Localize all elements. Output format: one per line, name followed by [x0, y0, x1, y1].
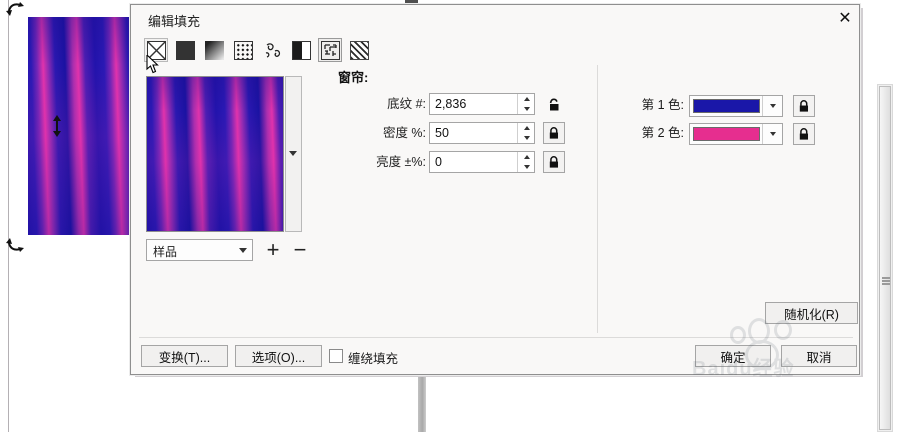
background-scrollbar-fragment: [418, 376, 426, 432]
spin-down-button[interactable]: [518, 162, 535, 172]
uniform-fill-icon: [175, 40, 195, 60]
postscript-fill-icon: [349, 40, 369, 60]
texture-number-label: 底纹 #:: [387, 97, 426, 111]
fill-type-bitmap-pattern-button[interactable]: [260, 38, 284, 62]
texture-number-unlock-toggle[interactable]: [543, 93, 565, 115]
skew-handle-vertical[interactable]: [52, 115, 62, 137]
vector-pattern-icon: [233, 40, 253, 60]
randomize-button[interactable]: 随机化(R): [765, 302, 858, 324]
edit-fill-dialog: 编辑填充 ✕ 样品 + − 窗帘: 底纹 #: 2,836 密度 %: 50 亮…: [130, 4, 860, 375]
triangle-down-icon: [523, 107, 530, 111]
spin-up-button[interactable]: [518, 152, 535, 162]
scrollbar-thumb[interactable]: [879, 86, 891, 430]
cancel-button[interactable]: 取消: [781, 345, 857, 367]
vertical-scrollbar[interactable]: [877, 84, 893, 432]
bitmap-pattern-icon: [263, 41, 282, 60]
density-input[interactable]: [430, 123, 516, 143]
triangle-up-icon: [523, 155, 530, 159]
brightness-label: 亮度 ±%:: [376, 155, 426, 169]
spin-down-button[interactable]: [518, 104, 535, 114]
sample-library-select[interactable]: 样品: [146, 239, 253, 261]
background-window-fragment: [405, 0, 418, 3]
density-spinner: [517, 123, 534, 143]
texture-name-label: 窗帘:: [338, 70, 369, 85]
unlock-icon: [549, 97, 558, 110]
dialog-title: 编辑填充: [148, 14, 201, 29]
chevron-down-icon: [289, 151, 297, 156]
texture-picker-dropdown[interactable]: [285, 76, 302, 232]
color2-swatch: [693, 127, 760, 141]
ok-button[interactable]: 确定: [695, 345, 771, 367]
brightness-spinner: [517, 152, 534, 172]
spin-down-button[interactable]: [518, 133, 535, 143]
footer-divider: [139, 337, 853, 338]
color1-picker-button[interactable]: [689, 95, 783, 117]
fountain-fill-icon: [204, 40, 224, 60]
remove-sample-button[interactable]: −: [288, 238, 312, 262]
fill-type-fountain-button[interactable]: [202, 38, 226, 62]
chevron-down-icon: [239, 248, 247, 253]
fill-type-postscript-button[interactable]: [347, 38, 371, 62]
texture-number-spinner: [517, 94, 534, 114]
texture-number-field: [429, 93, 535, 115]
lock-icon: [799, 100, 809, 112]
fill-type-uniform-button[interactable]: [173, 38, 197, 62]
density-lock-toggle[interactable]: [543, 122, 565, 144]
texture-number-input[interactable]: [430, 94, 516, 114]
mouse-cursor: [146, 53, 160, 78]
triangle-up-icon: [523, 97, 530, 101]
wrap-fill-checkbox[interactable]: [329, 349, 343, 363]
wrap-fill-label: 缠绕填充: [348, 352, 399, 366]
close-icon[interactable]: ✕: [833, 8, 857, 30]
rotate-handle-bottom-left[interactable]: [6, 236, 24, 252]
brightness-field: [429, 151, 535, 173]
triangle-up-icon: [523, 126, 530, 130]
color2-label: 第 2 色:: [641, 126, 684, 140]
texture-fill-icon: [320, 40, 340, 60]
fill-type-vector-pattern-button[interactable]: [231, 38, 255, 62]
texture-preview: [146, 76, 284, 232]
lock-icon: [799, 128, 809, 140]
fill-type-texture-button[interactable]: [318, 38, 342, 62]
scrollbar-grip: [882, 277, 890, 279]
density-field: [429, 122, 535, 144]
rotate-handle-top-left[interactable]: [6, 2, 24, 18]
density-label: 密度 %:: [382, 126, 426, 140]
two-color-pattern-icon: [291, 40, 311, 60]
color2-lock-toggle[interactable]: [793, 123, 815, 145]
options-button[interactable]: 选项(O)...: [235, 345, 322, 367]
add-sample-button[interactable]: +: [261, 238, 285, 262]
color1-swatch: [693, 99, 760, 113]
fill-type-two-color-button[interactable]: [289, 38, 313, 62]
triangle-down-icon: [523, 136, 530, 140]
color1-label: 第 1 色:: [641, 98, 684, 112]
brightness-input[interactable]: [430, 152, 516, 172]
color1-lock-toggle[interactable]: [793, 95, 815, 117]
sample-library-value: 样品: [153, 245, 178, 259]
spin-up-button[interactable]: [518, 123, 535, 133]
triangle-down-icon: [523, 165, 530, 169]
lock-icon: [549, 156, 559, 168]
canvas-object-texture-fill[interactable]: [28, 17, 131, 235]
lock-icon: [549, 127, 559, 139]
spin-up-button[interactable]: [518, 94, 535, 104]
transform-button[interactable]: 变换(T)...: [141, 345, 228, 367]
chevron-down-icon: [762, 96, 782, 116]
page-border-line: [8, 0, 9, 432]
chevron-down-icon: [762, 124, 782, 144]
brightness-lock-toggle[interactable]: [543, 151, 565, 173]
color2-picker-button[interactable]: [689, 123, 783, 145]
